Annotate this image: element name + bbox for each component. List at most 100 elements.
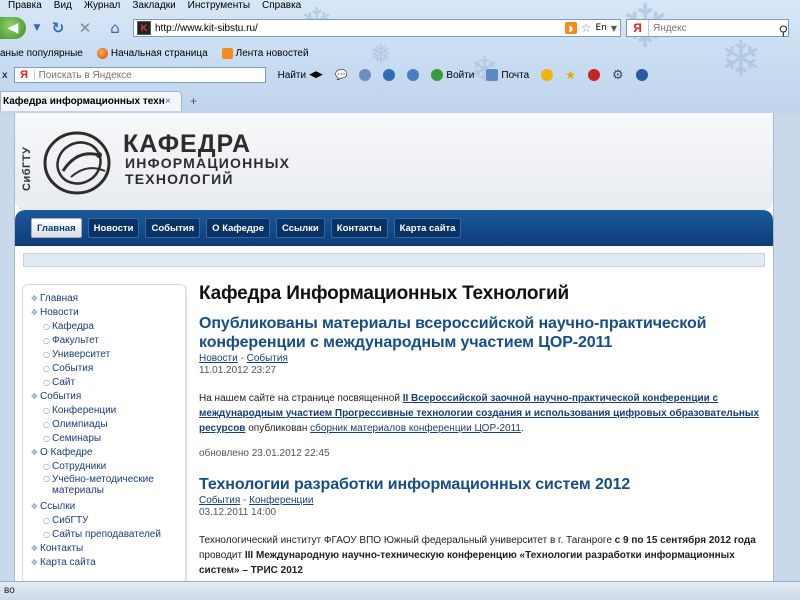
yandex-logo-icon[interactable]: Я <box>15 69 35 81</box>
sidebar-item[interactable]: ✥ Ссылки <box>31 499 185 513</box>
search-bar[interactable]: Я ⚲ <box>626 19 789 39</box>
menu-item-tools[interactable]: Инструменты <box>188 0 250 13</box>
speech-bubble-icon: 💬 <box>334 69 348 81</box>
login-icon <box>431 69 444 81</box>
firefox-icon <box>96 47 108 59</box>
menu-item-help[interactable]: Справка <box>262 0 301 13</box>
bullet-icon: ○ <box>43 377 50 387</box>
nav-links[interactable]: Ссылки <box>276 218 325 238</box>
menu-item-history[interactable]: Журнал <box>84 0 121 13</box>
sidebar-item[interactable]: ✥ Карта сайта <box>31 555 185 569</box>
bookmark-start-page[interactable]: Начальная страница <box>96 47 208 59</box>
sidebar-subitem[interactable]: ○ События <box>31 361 185 375</box>
article-tag[interactable]: События <box>247 353 288 364</box>
sidebar-menu: ✥ Главная ✥ Новости ○ Кафедра ○ Факультет ○ У… <box>22 284 186 581</box>
menu-item-view[interactable]: Вид <box>54 0 72 13</box>
sidebar-item[interactable]: ✥ События <box>31 389 185 403</box>
article-tag[interactable]: События <box>199 495 240 506</box>
nav-about[interactable]: О Кафедре <box>206 218 270 238</box>
url-text[interactable]: http://www.kit-sibstu.ru/ <box>155 23 565 34</box>
sidebar-subitem[interactable]: ○ Кафедра <box>31 319 185 333</box>
rss-icon[interactable]: ◗ <box>564 22 577 34</box>
menu-item-edit[interactable]: Правка <box>8 0 42 13</box>
translate-button[interactable] <box>383 69 396 81</box>
close-icon[interactable]: × <box>165 96 171 107</box>
bookmark-most-visited[interactable]: аные популярные <box>0 48 83 59</box>
nav-contacts[interactable]: Контакты <box>330 218 388 238</box>
find-label: Найти <box>277 69 307 81</box>
feeds-button[interactable] <box>407 69 420 81</box>
breadcrumb-strip <box>23 253 765 267</box>
speech-bubble-button[interactable]: 💬 <box>335 70 347 81</box>
mail-label: Почта <box>501 69 530 81</box>
sidebar-item[interactable]: ✥ Контакты <box>31 541 185 555</box>
bar-widget-button[interactable] <box>587 69 600 81</box>
sidebar-item[interactable]: ✥ О Кафедре <box>31 445 185 459</box>
translate-icon <box>383 69 396 81</box>
address-bar[interactable]: K http://www.kit-sibstu.ru/ ◗ ☆ En ▼ <box>133 19 621 37</box>
login-button[interactable]: Войти <box>431 69 474 81</box>
nav-sitemap[interactable]: Карта сайта <box>393 218 462 238</box>
sidebar-item-label: Семинары <box>52 432 102 444</box>
logo-mark-icon[interactable] <box>41 127 119 197</box>
menu-item-bookmarks[interactable]: Закладки <box>132 0 175 13</box>
bookmark-news-feed[interactable]: Лента новостей <box>221 47 309 59</box>
sidebar-subitem[interactable]: ○ Сайты преподавателей <box>31 527 185 541</box>
sidebar-subitem[interactable]: ○ СибГТУ <box>31 513 185 527</box>
proceedings-link[interactable]: сборник материалов конференции ЦОР-2011 <box>310 423 521 434</box>
sidebar-item-label: Карта сайта <box>40 556 96 568</box>
search-input[interactable] <box>649 22 767 34</box>
sidebar-item-label: Контакты <box>40 542 84 554</box>
sidebar-item-label: Кафедра <box>52 320 94 332</box>
yandex-search-input[interactable] <box>34 69 255 81</box>
article-date: 03.12.2011 14:00 <box>199 507 277 518</box>
article-title[interactable]: Опубликованы материалы всероссийской нау… <box>199 314 759 352</box>
sidebar-subitem[interactable]: ○ Факультет <box>31 333 185 347</box>
close-icon[interactable]: x <box>2 70 8 81</box>
address-bar-icons: ◗ ☆ En ▼ <box>564 21 620 35</box>
home-button[interactable]: ⌂ <box>106 19 124 37</box>
sidebar-subitem[interactable]: ○ Семинары <box>31 431 185 445</box>
new-tab-icon[interactable]: + <box>190 94 197 108</box>
sidebar-subitem[interactable]: ○ Олимпиады <box>31 417 185 431</box>
sidebar-subitem[interactable]: ○ Университет <box>31 347 185 361</box>
article-tag[interactable]: Конференции <box>249 495 313 506</box>
sidebar-item-label: События <box>52 362 94 374</box>
nav-events[interactable]: События <box>145 218 201 238</box>
sidebar-subitem[interactable]: ○ Учебно-методические материалы <box>31 473 185 499</box>
stop-button[interactable]: ✕ <box>76 19 94 37</box>
back-button[interactable]: ◀ <box>0 17 26 39</box>
article-date: 11.01.2012 23:27 <box>199 365 277 376</box>
bookmark-label: Начальная страница <box>110 47 208 59</box>
navigation-toolbar: ◀ ▼ ↻ ✕ ⌂ K http://www.kit-sibstu.ru/ ◗ … <box>0 16 800 40</box>
back-arrow-icon: ◀ <box>7 20 19 36</box>
sidebar-item[interactable]: ✥ Главная <box>31 291 185 305</box>
find-button[interactable]: Найти ◀▶ <box>278 70 323 81</box>
sidebar-subitem[interactable]: ○ Сайт <box>31 375 185 389</box>
status-bar: во <box>0 581 800 600</box>
article-tag[interactable]: Новости <box>199 353 238 364</box>
tab-active[interactable]: Кафедра информационных техно × <box>0 91 182 111</box>
nav-home[interactable]: Главная <box>31 218 82 238</box>
article-title[interactable]: Технологии разработки информационных сис… <box>199 475 759 494</box>
reload-button[interactable]: ↻ <box>49 19 67 37</box>
language-indicator[interactable]: En <box>595 23 606 33</box>
weather-button[interactable] <box>541 69 554 81</box>
nav-news[interactable]: Новости <box>87 218 140 238</box>
mail-button[interactable]: Почта <box>486 69 529 81</box>
chevron-down-icon[interactable]: ▼ <box>611 24 617 33</box>
chevron-down-icon: ▼ <box>33 23 41 33</box>
article-text: проводит <box>199 550 245 561</box>
yandex-search-box[interactable]: Я <box>13 67 266 83</box>
search-icon[interactable]: ⚲ <box>778 24 788 39</box>
globe-button[interactable] <box>635 69 648 81</box>
spellcheck-button[interactable] <box>359 69 372 81</box>
sidebar-subitem[interactable]: ○ Конференции <box>31 403 185 417</box>
settings-button[interactable]: ⚙ <box>612 68 624 83</box>
favorites-button[interactable]: ★ <box>565 68 576 82</box>
bookmark-star-icon[interactable]: ☆ <box>581 21 592 35</box>
sidebar-subitem[interactable]: ○ Сотрудники <box>31 459 185 473</box>
yandex-logo-icon[interactable]: Я <box>627 20 649 36</box>
sidebar-item[interactable]: ✥ Новости <box>31 305 185 319</box>
forward-dropdown[interactable]: ▼ <box>28 19 46 37</box>
